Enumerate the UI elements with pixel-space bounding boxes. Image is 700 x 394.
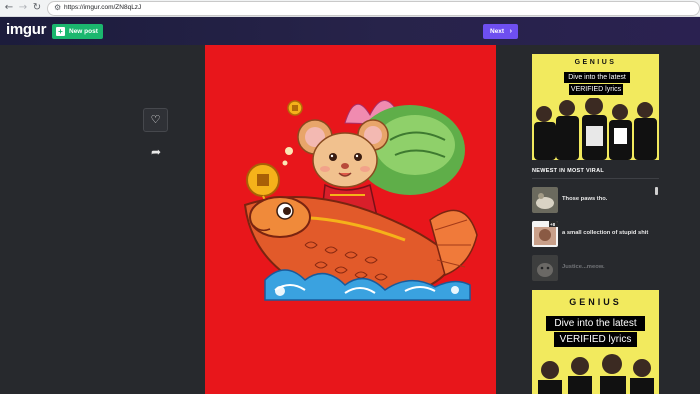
genius-ad-bottom[interactable]: GENIUS Dive into the latest VERIFIED lyr… <box>532 290 659 394</box>
new-post-label: New post <box>69 28 98 35</box>
ad-headline-2: VERIFIED lyrics <box>554 332 637 347</box>
viral-title[interactable]: Justice...meow. <box>562 264 605 270</box>
plus-icon: + <box>56 27 65 36</box>
viral-thumbnail[interactable] <box>532 255 558 281</box>
next-button[interactable]: Next › <box>483 24 518 39</box>
ad-people-photo <box>538 354 654 394</box>
address-bar[interactable]: ⚙ https://imgur.com/ZN8qLzJ <box>47 1 700 16</box>
viral-title[interactable]: Those paws tho. <box>562 196 607 202</box>
new-post-button[interactable]: + New post <box>52 24 103 39</box>
section-title: NEWEST IN MOST VIRAL <box>532 168 604 174</box>
post-image[interactable] <box>205 45 496 394</box>
viral-thumbnail[interactable] <box>532 187 558 213</box>
imgur-header: imgur + New post Next › <box>0 17 700 45</box>
ad-headline-1: Dive into the latest <box>546 316 645 331</box>
next-label: Next <box>490 28 505 35</box>
ad-brand: GENIUS <box>574 59 617 66</box>
section-divider <box>532 178 659 179</box>
heart-icon[interactable]: ♡ <box>143 108 168 132</box>
ad-headline-2: VERIFIED lyrics <box>569 84 623 95</box>
site-info-icon[interactable]: ⚙ <box>54 3 61 12</box>
ad-people-photo <box>534 98 657 160</box>
viral-count-badge: +8 <box>550 222 556 227</box>
ad-brand: GENIUS <box>569 297 622 307</box>
viral-title[interactable]: a small collection of stupid shit <box>562 230 648 236</box>
imgur-logo[interactable]: imgur <box>6 21 46 38</box>
mouse-on-koi-illustration <box>243 100 478 301</box>
ad-headline-1: Dive into the latest <box>564 72 630 83</box>
chevron-right-icon: › <box>509 28 512 35</box>
arrow-right-icon[interactable]: → <box>17 2 29 14</box>
arrow-left-icon[interactable]: ← <box>3 2 15 14</box>
share-arrow-icon[interactable]: ➦ <box>146 143 166 161</box>
genius-ad-top[interactable]: GENIUS Dive into the latest VERIFIED lyr… <box>532 54 659 160</box>
reload-icon[interactable]: ↻ <box>31 2 43 14</box>
url-text[interactable]: https://imgur.com/ZN8qLzJ <box>64 4 141 11</box>
viral-item[interactable]: +8 a small collection of stupid shit <box>532 221 659 247</box>
viral-item[interactable]: Justice...meow. <box>532 255 659 281</box>
browser-toolbar: ← → ↻ ⚙ https://imgur.com/ZN8qLzJ <box>0 0 700 17</box>
viral-item[interactable]: Those paws tho. <box>532 187 659 213</box>
